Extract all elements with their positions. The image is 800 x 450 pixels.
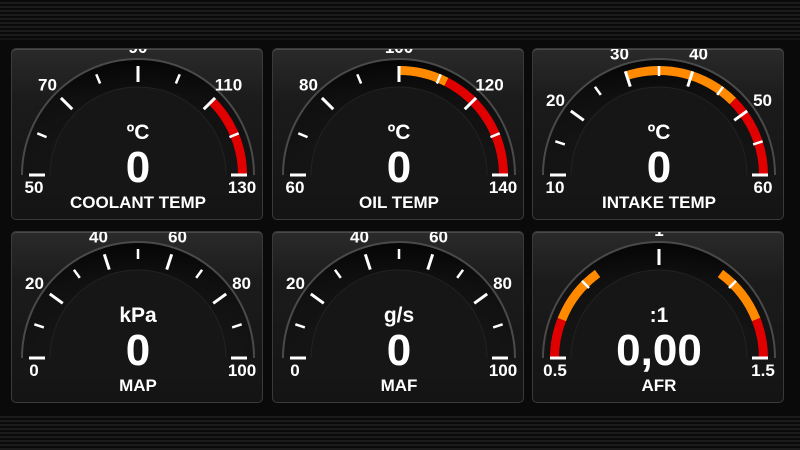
oil-temp-gauge[interactable]: 80 100 120 60 140 ºC0OIL TEMP bbox=[272, 48, 524, 220]
dashboard-screen: 709011050130ºC0COOLANT TEMP 801001206014… bbox=[0, 0, 800, 450]
tick-label: 50 bbox=[753, 91, 772, 110]
max-label: 130 bbox=[228, 178, 256, 197]
bottom-bezel bbox=[0, 414, 800, 450]
tick-label: 80 bbox=[299, 75, 318, 94]
gauge-value: 0 bbox=[647, 143, 671, 192]
gauge-value: 0 bbox=[126, 143, 150, 192]
gauge-face: 20 30 40 50 10 60 ºC0INTAKE TEMP bbox=[542, 49, 776, 212]
tick-label: 1 bbox=[654, 232, 663, 240]
gauge-value: 0 bbox=[126, 326, 150, 375]
min-label: 60 bbox=[286, 178, 305, 197]
unit-label: kPa bbox=[119, 304, 157, 327]
gauge-face: 70 90 110 50 130 ºC0COOLANT TEMP bbox=[21, 49, 256, 212]
max-label: 100 bbox=[489, 361, 517, 380]
gauge-face: 80 100 120 60 140 ºC0OIL TEMP bbox=[282, 49, 517, 212]
tick-label: 70 bbox=[38, 75, 57, 94]
gauge-face: 2040 60800 100kPa0MAP bbox=[21, 232, 256, 395]
tick-label: 100 bbox=[385, 49, 413, 57]
gauge-label: AFR bbox=[642, 376, 677, 395]
min-label: 10 bbox=[546, 178, 565, 197]
min-label: 0 bbox=[290, 361, 299, 380]
min-label: 50 bbox=[25, 178, 44, 197]
tick-label: 40 bbox=[350, 232, 369, 246]
tick-label: 80 bbox=[232, 274, 251, 293]
gauge-value: 0 bbox=[387, 143, 411, 192]
gauge-face: 2040 60800 100g/s0MAF bbox=[282, 232, 517, 395]
tick-label: 40 bbox=[89, 232, 108, 246]
tick-label: 90 bbox=[129, 49, 148, 57]
min-label: 0.5 bbox=[543, 361, 567, 380]
unit-label: g/s bbox=[384, 304, 414, 327]
unit-label: ºC bbox=[127, 121, 150, 144]
gauge-value: 0 bbox=[387, 326, 411, 375]
tick-label: 40 bbox=[689, 49, 708, 63]
tick-label: 60 bbox=[168, 232, 187, 246]
tick-label: 20 bbox=[546, 91, 565, 110]
gauge-label: COOLANT TEMP bbox=[70, 193, 206, 212]
gauge-label: MAP bbox=[119, 376, 157, 395]
coolant-temp-gauge[interactable]: 70 90 110 50 130 ºC0COOLANT TEMP bbox=[11, 48, 263, 220]
max-label: 60 bbox=[754, 178, 773, 197]
gauge-label: INTAKE TEMP bbox=[602, 193, 716, 212]
gauge-face: 1 0.5 1.5 :10,00AFR bbox=[542, 232, 776, 395]
tick-label: 80 bbox=[493, 274, 512, 293]
max-label: 140 bbox=[489, 178, 517, 197]
min-label: 0 bbox=[29, 361, 38, 380]
max-label: 1.5 bbox=[751, 361, 775, 380]
intake-temp-gauge[interactable]: 20 30 40 50 10 60 ºC 0 INTAKE TEMP bbox=[532, 48, 784, 220]
max-label: 100 bbox=[228, 361, 256, 380]
afr-gauge[interactable]: 1 0.5 1.5 :10,00AFR bbox=[532, 231, 784, 403]
tick-label: 20 bbox=[286, 274, 305, 293]
map-gauge[interactable]: 20 40 60 80 0 100 kPa 0 MAP bbox=[11, 231, 263, 403]
tick-label: 60 bbox=[429, 232, 448, 246]
gauge-label: OIL TEMP bbox=[359, 193, 439, 212]
tick-label: 20 bbox=[25, 274, 44, 293]
tick-label: 30 bbox=[610, 49, 629, 63]
maf-gauge[interactable]: 20 40 60 80 0 100 g/s 0 MAF bbox=[272, 231, 524, 403]
unit-label: ºC bbox=[388, 121, 411, 144]
gauge-label: MAF bbox=[381, 376, 418, 395]
gauge-value: 0,00 bbox=[616, 326, 702, 375]
tick-label: 120 bbox=[475, 75, 503, 94]
tick-label: 110 bbox=[215, 75, 242, 94]
top-bezel bbox=[0, 0, 800, 38]
unit-label: ºC bbox=[648, 121, 671, 144]
unit-label: :1 bbox=[650, 304, 669, 327]
